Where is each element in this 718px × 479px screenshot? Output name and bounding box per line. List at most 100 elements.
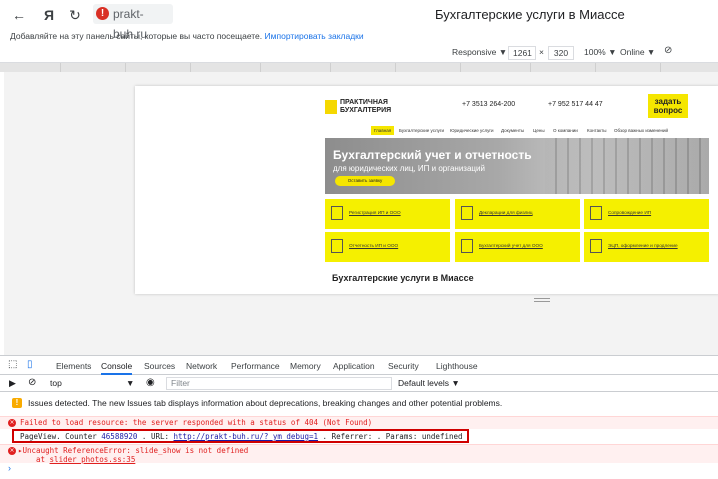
url-label: . URL: (141, 432, 170, 441)
console-toolbar: ▶ ⊘ top ▼ ◉ Filter Default levels ▼ (0, 375, 718, 392)
media-query-ruler[interactable] (0, 62, 718, 72)
referrer-label: . Referrer: (322, 432, 373, 441)
browser-top-bar: ← Я ↻ ! prakt-buh.ru Бухгалтерские услуг… (0, 0, 718, 41)
menu-item-about[interactable]: О компании (553, 126, 578, 135)
phone-1[interactable]: +7 3513 264-200 (462, 101, 515, 108)
clear-console-icon[interactable]: ⊘ (28, 377, 36, 388)
menu-item-changes[interactable]: Обзор важных изменений (614, 126, 668, 135)
pageview-prefix: PageView. Counter (20, 432, 97, 441)
service-tile[interactable]: Отчетность ИП и ООО (325, 232, 450, 262)
site-logo[interactable]: ПРАКТИЧНАЯ БУХГАЛТЕРИЯ (325, 98, 413, 118)
issues-text: Issues detected. The new Issues tab disp… (28, 398, 503, 408)
warning-icon: ! (96, 7, 109, 20)
service-tile[interactable]: Бухгалтерский учет для ООО (455, 232, 580, 262)
resize-handle[interactable] (534, 298, 550, 302)
tab-sources[interactable]: Sources (144, 361, 175, 371)
bookmarks-bar: Добавляйте на эту панель сайты, которые … (0, 30, 718, 44)
issues-banner[interactable]: ! Issues detected. The new Issues tab di… (0, 394, 718, 412)
service-tile[interactable]: Сопровождение ИП (584, 199, 709, 229)
stack-trace: at slider_photos.ss:35 (36, 455, 135, 464)
signature-icon (590, 239, 602, 253)
error-icon: × (8, 447, 16, 455)
service-tile[interactable]: Декларации для физлиц (455, 199, 580, 229)
console-error: × ▸Uncaught ReferenceError: slide_show i… (0, 444, 718, 464)
service-tile-label: Бухгалтерский учет для ООО (479, 243, 543, 248)
pageview-url-link[interactable]: http://prakt-buh.ru/?_ym_debug=1 (174, 432, 319, 441)
service-tile-label: ЭЦП, оформление и продление (608, 243, 678, 248)
emulated-viewport: ПРАКТИЧНАЯ БУХГАЛТЕРИЯ +7 3513 264-200 +… (4, 72, 718, 355)
context-select[interactable]: top ▼ (46, 377, 136, 390)
device-toggle-icon[interactable]: ▯ (27, 359, 33, 370)
calculator-icon (590, 206, 602, 220)
eye-icon[interactable]: ◉ (146, 377, 155, 388)
service-tile-label: Сопровождение ИП (608, 210, 652, 215)
site-menu: Главная Бухгалтерские услуги Юридические… (325, 126, 709, 135)
stack-source-link[interactable]: slider_photos.ss:35 (50, 455, 136, 464)
tab-performance[interactable]: Performance (231, 361, 280, 371)
params-value: undefined (421, 432, 463, 441)
tab-security[interactable]: Security (388, 361, 419, 371)
logo-text: ПРАКТИЧНАЯ БУХГАЛТЕРИЯ (340, 99, 392, 114)
menu-item-home[interactable]: Главная (371, 126, 395, 135)
document-icon (461, 206, 473, 220)
hero-banner: Бухгалтерский учет и отчетность для юрид… (325, 138, 709, 194)
menu-item-contacts[interactable]: Контакты (587, 126, 606, 135)
devtools-tabs: ⬚ ▯ Elements Console Sources Network Per… (0, 356, 718, 375)
error-message: Failed to load resource: the server resp… (20, 418, 373, 427)
console-error: × Failed to load resource: the server re… (0, 416, 718, 429)
site-page: ПРАКТИЧНАЯ БУХГАЛТЕРИЯ +7 3513 264-200 +… (135, 86, 718, 294)
tab-network[interactable]: Network (186, 361, 217, 371)
tab-memory[interactable]: Memory (290, 361, 321, 371)
issues-icon: ! (12, 398, 22, 408)
chevron-down-icon: ▼ (126, 378, 135, 388)
sidebar-toggle-icon[interactable]: ▶ (9, 378, 16, 389)
chart-icon (331, 239, 343, 253)
menu-item-documents[interactable]: Документы (501, 126, 524, 135)
counter-id: 46588920 (101, 432, 138, 441)
tab-lighthouse[interactable]: Lighthouse (436, 361, 478, 371)
import-bookmarks-link[interactable]: Импортировать закладки (265, 31, 364, 41)
logo-mark-icon (325, 100, 337, 114)
back-arrow-icon[interactable]: ← (10, 6, 28, 24)
device-mode-select[interactable]: Responsive ▼ (452, 47, 507, 57)
log-levels-select[interactable]: Default levels ▼ (398, 378, 460, 388)
tab-elements[interactable]: Elements (56, 361, 91, 371)
tab-application[interactable]: Application (333, 361, 375, 371)
banner-title: Бухгалтерский учет и отчетность (333, 148, 532, 162)
params-label: . Params: (376, 432, 418, 441)
document-icon (331, 206, 343, 220)
tab-console[interactable]: Console (101, 361, 133, 375)
page-heading: Бухгалтерские услуги в Миассе (332, 273, 474, 283)
address-bar[interactable]: ! prakt-buh.ru (93, 4, 173, 41)
inspect-icon[interactable]: ⬚ (8, 359, 17, 370)
yandex-icon[interactable]: Я (40, 6, 58, 24)
device-toolbar: Responsive ▼ 1261 × 320 100% ▼ Online ▼ … (0, 44, 718, 62)
service-tile[interactable]: ЭЦП, оформление и продление (584, 232, 709, 262)
filter-input[interactable]: Filter (166, 377, 392, 390)
banner-subtitle: для юридических лиц, ИП и организаций (333, 164, 485, 173)
bookmarks-hint: Добавляйте на эту панель сайты, которые … (10, 31, 263, 41)
leave-request-button[interactable]: Оставить заявку (335, 176, 395, 186)
zoom-select[interactable]: 100% ▼ (584, 47, 617, 57)
service-tile-label: Регистрация ИП и ООО (349, 210, 401, 215)
ledger-icon (461, 239, 473, 253)
menu-item-accounting[interactable]: Бухгалтерские услуги (399, 126, 444, 135)
menu-item-prices[interactable]: Цены (533, 126, 545, 135)
height-input[interactable]: 320 (548, 46, 574, 60)
phone-2[interactable]: +7 952 517 44 47 (548, 101, 603, 108)
error-message[interactable]: ▸Uncaught ReferenceError: slide_show is … (18, 446, 248, 455)
page-title: Бухгалтерские услуги в Миассе (435, 7, 625, 22)
service-tile-label: Отчетность ИП и ООО (349, 243, 399, 248)
service-tile-label: Декларации для физлиц (479, 210, 533, 215)
reload-icon[interactable]: ↻ (66, 6, 84, 24)
network-select[interactable]: Online ▼ (620, 47, 655, 57)
service-tile[interactable]: Регистрация ИП и ООО (325, 199, 450, 229)
stack-at: at (36, 455, 46, 464)
width-input[interactable]: 1261 (508, 46, 536, 60)
ask-question-button[interactable]: задать вопрос (648, 94, 688, 118)
menu-item-legal[interactable]: Юридические услуги (450, 126, 494, 135)
console-prompt[interactable]: › (8, 463, 11, 473)
times-sign: × (539, 47, 544, 57)
context-value: top (50, 378, 62, 388)
rotate-icon[interactable]: ⊘ (664, 45, 672, 56)
